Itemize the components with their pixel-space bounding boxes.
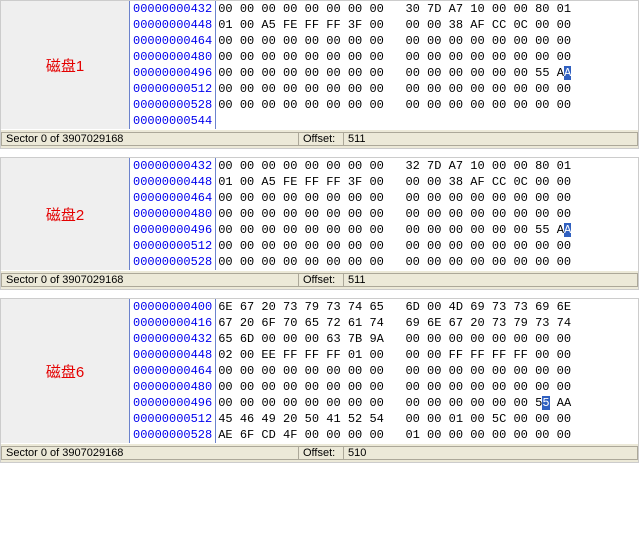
data-columns: 0000000040000000000416000000004320000000… bbox=[130, 299, 638, 443]
data-columns: 0000000043200000000448000000004640000000… bbox=[130, 1, 638, 129]
offset-cell[interactable]: 00000000544 bbox=[133, 113, 212, 129]
bytes-row[interactable]: 00 00 00 00 00 00 00 00 00 00 00 00 00 0… bbox=[218, 363, 636, 379]
bytes-column: 6E 67 20 73 79 73 74 65 6D 00 4D 69 73 7… bbox=[216, 299, 638, 443]
offset-cell[interactable]: 00000000416 bbox=[133, 315, 212, 331]
bytes-row[interactable]: 67 20 6F 70 65 72 61 74 69 6E 67 20 73 7… bbox=[218, 315, 636, 331]
bytes-row[interactable]: 00 00 00 00 00 00 00 00 00 00 00 00 00 0… bbox=[218, 379, 636, 395]
offset-column: 0000000040000000000416000000004320000000… bbox=[130, 299, 216, 443]
offset-cell[interactable]: 00000000496 bbox=[133, 65, 212, 81]
offset-cell[interactable]: 00000000448 bbox=[133, 347, 212, 363]
status-offset-value: 511 bbox=[343, 132, 638, 146]
bytes-row[interactable]: 00 00 00 00 00 00 00 00 00 00 00 00 00 0… bbox=[218, 395, 636, 411]
offset-cell[interactable]: 00000000496 bbox=[133, 395, 212, 411]
disk-label: 磁盘6 bbox=[1, 299, 130, 443]
offset-cell[interactable]: 00000000448 bbox=[133, 17, 212, 33]
offset-cell[interactable]: 00000000512 bbox=[133, 411, 212, 427]
status-bar: Sector 0 of 3907029168Offset:511 bbox=[1, 270, 638, 289]
offset-cell[interactable]: 00000000496 bbox=[133, 222, 212, 238]
hex-area: 磁盘60000000040000000000416000000004320000… bbox=[1, 299, 638, 443]
bytes-row[interactable]: AE 6F CD 4F 00 00 00 00 01 00 00 00 00 0… bbox=[218, 427, 636, 443]
offset-cell[interactable]: 00000000480 bbox=[133, 379, 212, 395]
status-offset-label: Offset: bbox=[298, 132, 343, 146]
bytes-row[interactable]: 02 00 EE FF FF FF 01 00 00 00 FF FF FF F… bbox=[218, 347, 636, 363]
bytes-row[interactable]: 00 00 00 00 00 00 00 00 00 00 00 00 00 0… bbox=[218, 254, 636, 270]
offset-cell[interactable]: 00000000432 bbox=[133, 1, 212, 17]
bytes-row[interactable]: 00 00 00 00 00 00 00 00 00 00 00 00 00 0… bbox=[218, 33, 636, 49]
offset-cell[interactable]: 00000000464 bbox=[133, 190, 212, 206]
bytes-row[interactable]: 00 00 00 00 00 00 00 00 00 00 00 00 00 0… bbox=[218, 49, 636, 65]
offset-cell[interactable]: 00000000528 bbox=[133, 97, 212, 113]
bytes-row[interactable]: 65 6D 00 00 00 63 7B 9A 00 00 00 00 00 0… bbox=[218, 331, 636, 347]
offset-cell[interactable]: 00000000528 bbox=[133, 427, 212, 443]
disk-label: 磁盘2 bbox=[1, 158, 130, 270]
bytes-row[interactable]: 00 00 00 00 00 00 00 00 00 00 00 00 00 0… bbox=[218, 65, 636, 81]
bytes-row[interactable]: 00 00 00 00 00 00 00 00 00 00 00 00 00 0… bbox=[218, 238, 636, 254]
disk-label: 磁盘1 bbox=[1, 1, 130, 129]
hex-panel: 磁盘20000000043200000000448000000004640000… bbox=[0, 157, 639, 290]
bytes-row[interactable]: 00 00 00 00 00 00 00 00 30 7D A7 10 00 0… bbox=[218, 1, 636, 17]
offset-column: 0000000043200000000448000000004640000000… bbox=[130, 158, 216, 270]
offset-cell[interactable]: 00000000432 bbox=[133, 331, 212, 347]
bytes-row[interactable]: 00 00 00 00 00 00 00 00 00 00 00 00 00 0… bbox=[218, 97, 636, 113]
bytes-row[interactable]: 00 00 00 00 00 00 00 00 00 00 00 00 00 0… bbox=[218, 206, 636, 222]
bytes-row[interactable]: 00 00 00 00 00 00 00 00 00 00 00 00 00 0… bbox=[218, 81, 636, 97]
hex-panel: 磁盘10000000043200000000448000000004640000… bbox=[0, 0, 639, 149]
bytes-row[interactable]: 00 00 00 00 00 00 00 00 00 00 00 00 00 0… bbox=[218, 190, 636, 206]
status-offset-label: Offset: bbox=[298, 273, 343, 287]
offset-column: 0000000043200000000448000000004640000000… bbox=[130, 1, 216, 129]
bytes-row[interactable]: 45 46 49 20 50 41 52 54 00 00 01 00 5C 0… bbox=[218, 411, 636, 427]
status-sector: Sector 0 of 3907029168 bbox=[1, 446, 298, 460]
status-bar: Sector 0 of 3907029168Offset:510 bbox=[1, 443, 638, 462]
status-offset-value: 511 bbox=[343, 273, 638, 287]
cursor-selection: A bbox=[564, 223, 571, 237]
cursor-selection: 5 bbox=[542, 396, 549, 410]
hex-area: 磁盘10000000043200000000448000000004640000… bbox=[1, 1, 638, 129]
bytes-column: 00 00 00 00 00 00 00 00 32 7D A7 10 00 0… bbox=[216, 158, 638, 270]
offset-cell[interactable]: 00000000448 bbox=[133, 174, 212, 190]
status-offset-label: Offset: bbox=[298, 446, 343, 460]
bytes-row[interactable]: 01 00 A5 FE FF FF 3F 00 00 00 38 AF CC 0… bbox=[218, 17, 636, 33]
hex-panel: 磁盘60000000040000000000416000000004320000… bbox=[0, 298, 639, 463]
bytes-column: 00 00 00 00 00 00 00 00 30 7D A7 10 00 0… bbox=[216, 1, 638, 129]
offset-cell[interactable]: 00000000480 bbox=[133, 49, 212, 65]
data-columns: 0000000043200000000448000000004640000000… bbox=[130, 158, 638, 270]
offset-cell[interactable]: 00000000432 bbox=[133, 158, 212, 174]
offset-cell[interactable]: 00000000464 bbox=[133, 363, 212, 379]
status-sector: Sector 0 of 3907029168 bbox=[1, 132, 298, 146]
status-bar: Sector 0 of 3907029168Offset:511 bbox=[1, 129, 638, 148]
offset-cell[interactable]: 00000000464 bbox=[133, 33, 212, 49]
status-offset-value: 510 bbox=[343, 446, 638, 460]
bytes-row[interactable]: 00 00 00 00 00 00 00 00 00 00 00 00 00 0… bbox=[218, 222, 636, 238]
bytes-row[interactable]: 01 00 A5 FE FF FF 3F 00 00 00 38 AF CC 0… bbox=[218, 174, 636, 190]
offset-cell[interactable]: 00000000400 bbox=[133, 299, 212, 315]
bytes-row[interactable]: 00 00 00 00 00 00 00 00 32 7D A7 10 00 0… bbox=[218, 158, 636, 174]
status-sector: Sector 0 of 3907029168 bbox=[1, 273, 298, 287]
hex-area: 磁盘20000000043200000000448000000004640000… bbox=[1, 158, 638, 270]
bytes-row[interactable]: 6E 67 20 73 79 73 74 65 6D 00 4D 69 73 7… bbox=[218, 299, 636, 315]
offset-cell[interactable]: 00000000512 bbox=[133, 238, 212, 254]
offset-cell[interactable]: 00000000480 bbox=[133, 206, 212, 222]
bytes-row[interactable] bbox=[218, 113, 636, 129]
offset-cell[interactable]: 00000000512 bbox=[133, 81, 212, 97]
offset-cell[interactable]: 00000000528 bbox=[133, 254, 212, 270]
cursor-selection: A bbox=[564, 66, 571, 80]
